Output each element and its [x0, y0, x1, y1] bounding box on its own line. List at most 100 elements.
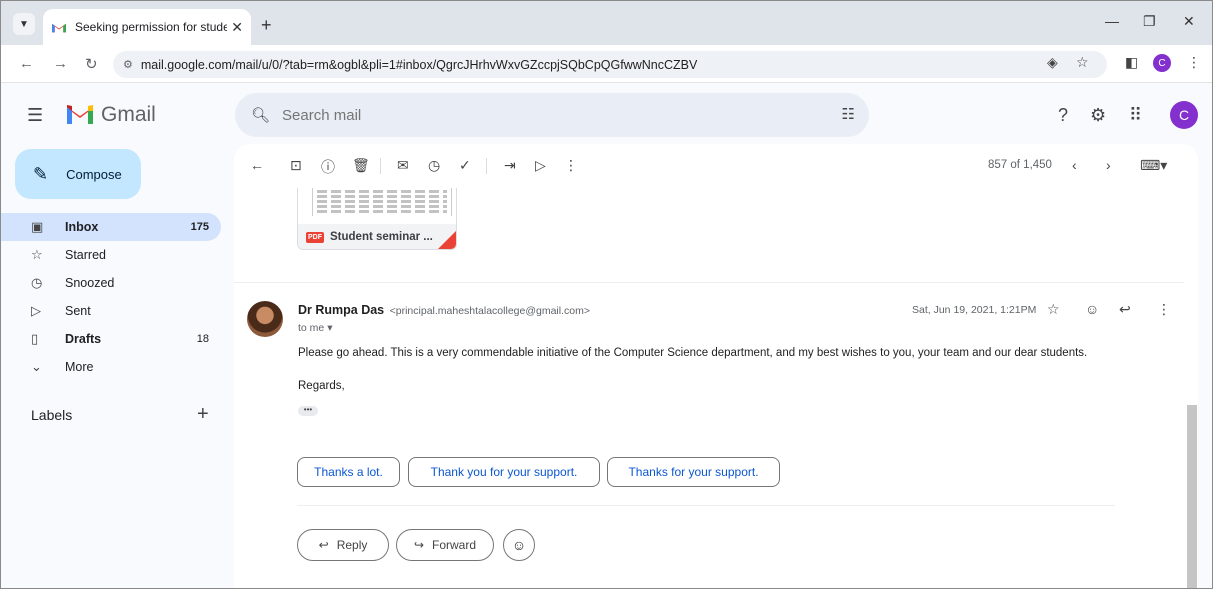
older-icon[interactable]: › [1106, 157, 1111, 173]
drafts-count: 18 [196, 333, 209, 345]
attachment-thumbnail [312, 188, 452, 216]
toolbar-divider [380, 158, 381, 174]
search-input[interactable] [282, 106, 823, 124]
help-icon[interactable]: ? [1058, 105, 1068, 126]
label-icon[interactable]: ▷ [535, 157, 546, 174]
restore-icon[interactable]: ❐ [1143, 13, 1156, 30]
emoji-reaction-icon[interactable]: ☺ [1085, 301, 1099, 317]
message-body: Please go ahead. This is a very commenda… [298, 347, 1088, 359]
browser-window: ▼ Seeking permission for student ✕ + — ❐… [0, 0, 1213, 589]
scrollbar-thumb[interactable] [1187, 405, 1197, 588]
pdf-icon: PDF [306, 231, 324, 243]
reply-icon[interactable]: ↩ [1119, 301, 1131, 318]
browser-menu-icon[interactable]: ⋮ [1187, 54, 1201, 71]
more-options-icon[interactable]: ⋮ [564, 157, 578, 174]
side-panel-icon[interactable]: ◧ [1125, 54, 1138, 71]
gmail-favicon-icon [52, 23, 66, 33]
sidebar-item-more[interactable]: ⌄ More [1, 353, 221, 381]
url-text: mail.google.com/mail/u/0/?tab=rm&ogbl&pl… [140, 57, 698, 72]
apps-grid-icon[interactable]: ⠿ [1129, 105, 1142, 126]
reply-label: Reply [336, 538, 368, 552]
add-label-icon[interactable]: + [197, 403, 209, 426]
attachment-card[interactable]: PDF Student seminar ... [297, 188, 457, 250]
smart-reply-3[interactable]: Thanks for your support. [607, 457, 780, 487]
add-to-tasks-icon[interactable]: ✓ [459, 157, 471, 174]
site-info-icon[interactable]: ⚙ [123, 58, 133, 71]
gmail-wordmark: Gmail [101, 103, 156, 126]
pager-count: 857 of 1,450 [988, 159, 1052, 171]
recipient-text: to me [298, 322, 325, 334]
search-options-icon[interactable]: ☷ [842, 105, 855, 123]
draft-icon: ▯ [31, 331, 39, 346]
sender-email: <principal.maheshtalacollege@gmail.com> [389, 305, 590, 317]
caret-down-icon: ▾ [327, 322, 333, 334]
toolbar-divider [486, 158, 487, 174]
tab-close-icon[interactable]: ✕ [231, 19, 243, 36]
smart-reply-2[interactable]: Thank you for your support. [408, 457, 600, 487]
sender-avatar[interactable] [247, 301, 283, 337]
reply-arrow-icon: ↩ [318, 538, 329, 552]
settings-gear-icon[interactable]: ⚙ [1090, 105, 1106, 126]
sidebar-item-snoozed[interactable]: ◷ Snoozed [1, 269, 221, 297]
forward-arrow-icon: ↪ [413, 538, 425, 552]
report-spam-icon[interactable]: ⓘ [321, 157, 335, 177]
new-tab-icon[interactable]: + [261, 15, 272, 36]
minimize-icon[interactable]: — [1105, 13, 1119, 29]
message-date: Sat, Jun 19, 2021, 1:21PM [912, 304, 1037, 316]
sidebar-item-sent[interactable]: ▷ Sent [1, 297, 221, 325]
search-bar[interactable]: 🔍︎ ☷ [235, 93, 869, 137]
move-to-icon[interactable]: ⇥ [504, 157, 516, 174]
sender-name[interactable]: Dr Rumpa Das [298, 303, 384, 317]
forward-button[interactable]: ↪ Forward [396, 529, 494, 561]
sidebar-item-label: Drafts [65, 332, 102, 346]
smiley-icon: ☺ [511, 537, 527, 553]
tab-strip: ▼ Seeking permission for student ✕ + — ❐… [1, 1, 1212, 45]
sidebar-nav: ▣ Inbox 175 ☆ Starred ◷ Snoozed ▷ Sent ▯… [1, 213, 221, 381]
sender-line: Dr Rumpa Das <principal.maheshtalacolleg… [298, 303, 590, 317]
lens-icon[interactable]: ◈ [1047, 54, 1058, 71]
reply-button[interactable]: ↩ Reply [297, 529, 389, 561]
recipient-details[interactable]: to me ▾ [298, 322, 332, 334]
tab-title: Seeking permission for student [75, 20, 227, 34]
message-pane: ← ⊡ ⓘ 🗑︎ ✉ ◷ ✓ ⇥ ▷ ⋮ 857 of 1,450 ‹ › ⌨▾… [234, 144, 1198, 588]
reload-icon[interactable]: ↻ [85, 55, 98, 73]
back-to-inbox-icon[interactable]: ← [250, 157, 264, 173]
sidebar-item-label: Starred [65, 248, 106, 262]
compose-button[interactable]: ✎ Compose [15, 149, 141, 199]
archive-icon[interactable]: ⊡ [290, 157, 302, 174]
sidebar-item-label: More [65, 360, 94, 374]
gmail-logo-icon[interactable] [65, 102, 95, 126]
browser-profile-avatar[interactable]: C [1153, 54, 1171, 72]
show-trimmed-content-button[interactable]: ••• [298, 406, 318, 416]
star-message-icon[interactable]: ☆ [1047, 301, 1060, 318]
browser-tab[interactable]: Seeking permission for student ✕ [43, 9, 251, 45]
smart-reply-1[interactable]: Thanks a lot. [297, 457, 400, 487]
emoji-button[interactable]: ☺ [503, 529, 535, 561]
message-signoff: Regards, [298, 380, 345, 392]
message-more-icon[interactable]: ⋮ [1157, 301, 1171, 318]
browser-toolbar: ← → ↻ ⚙ mail.google.com/mail/u/0/?tab=rm… [1, 45, 1212, 83]
input-tools-icon[interactable]: ⌨▾ [1140, 157, 1167, 174]
forward-nav-icon[interactable]: → [53, 55, 68, 72]
bookmark-star-icon[interactable]: ☆ [1076, 54, 1089, 71]
address-bar[interactable]: ⚙ mail.google.com/mail/u/0/?tab=rm&ogbl&… [113, 51, 1107, 78]
sidebar-item-drafts[interactable]: ▯ Drafts 18 [1, 325, 221, 353]
account-avatar[interactable]: C [1170, 101, 1198, 129]
attachment-name: Student seminar ... [330, 231, 433, 243]
sidebar-item-starred[interactable]: ☆ Starred [1, 241, 221, 269]
chevron-down-icon: ⌄ [31, 359, 42, 374]
pencil-icon: ✎ [33, 163, 49, 184]
back-icon[interactable]: ← [19, 55, 34, 72]
newer-icon[interactable]: ‹ [1072, 157, 1077, 173]
tab-search-button[interactable]: ▼ [13, 13, 35, 35]
message-separator [234, 282, 1184, 283]
close-window-icon[interactable]: ✕ [1183, 13, 1195, 30]
mark-unread-icon[interactable]: ✉ [397, 157, 409, 174]
main-menu-icon[interactable]: ☰ [27, 105, 43, 126]
attachment-corner [438, 231, 456, 249]
attachment-bar: PDF Student seminar ... [298, 224, 456, 249]
sidebar-item-inbox[interactable]: ▣ Inbox 175 [1, 213, 221, 241]
search-icon[interactable]: 🔍︎ [251, 106, 270, 124]
delete-icon[interactable]: 🗑︎ [352, 157, 370, 174]
snooze-icon[interactable]: ◷ [428, 157, 440, 174]
